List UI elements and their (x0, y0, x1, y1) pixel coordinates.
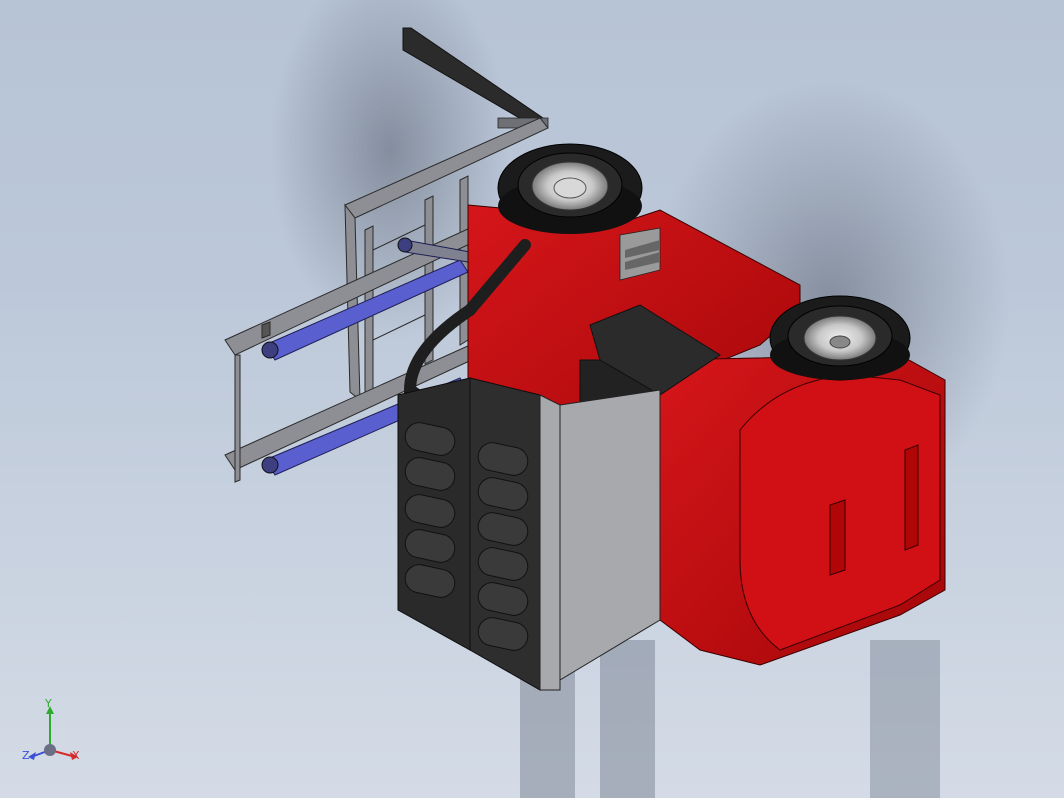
graphics-viewport[interactable] (0, 0, 1064, 798)
front-wheel (769, 295, 911, 381)
model-drawing[interactable] (0, 0, 1064, 798)
z-axis-label: Z (22, 749, 30, 762)
rear-wheel (497, 143, 643, 234)
grille-panel (397, 377, 661, 691)
triad-axes (28, 706, 78, 760)
triad-origin (44, 744, 56, 756)
coordinate-triad[interactable]: Y X Z (14, 697, 94, 780)
x-axis-label: X (72, 749, 80, 762)
y-axis-label: Y (45, 697, 52, 710)
